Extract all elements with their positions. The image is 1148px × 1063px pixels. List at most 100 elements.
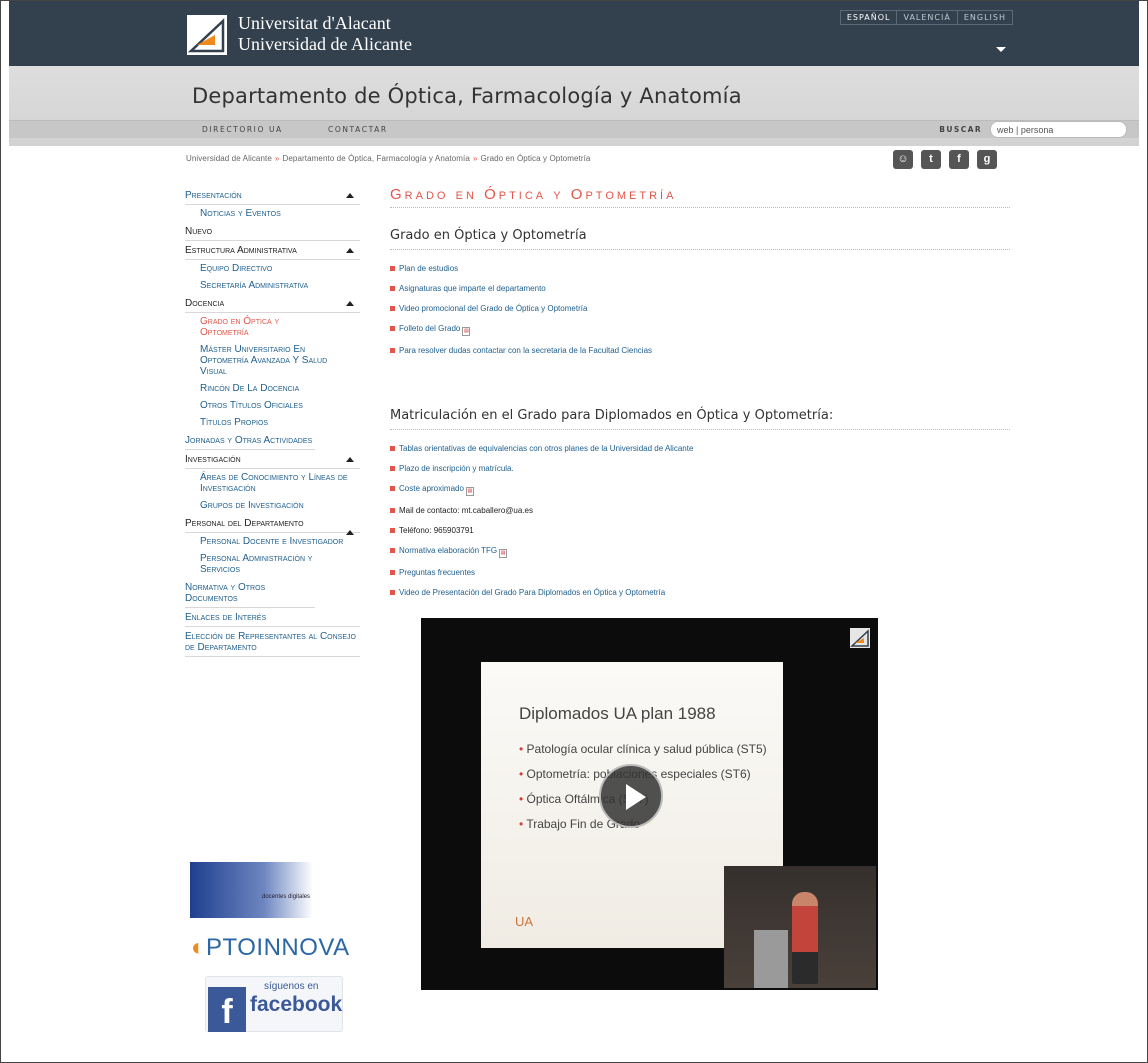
breadcrumb: Universidad de Alicante» Departamento de … [186, 154, 590, 163]
search-input[interactable] [990, 121, 1127, 138]
sidebar-item-label: Estructura Administrativa [185, 245, 297, 256]
play-icon[interactable] [599, 764, 663, 828]
slide-footer-logo: UA [515, 914, 534, 929]
sidebar-item-areas[interactable]: Áreas de Conocimiento y Líneas de Invest… [185, 469, 355, 497]
sidebar-item-jornadas[interactable]: Jornadas y Otras Actividades [185, 431, 315, 450]
slide-bullet: Patología ocular clínica y salud pública… [519, 742, 767, 756]
section-title-matriculacion: Matriculación en el Grado para Diplomado… [390, 408, 1010, 430]
directorio-link[interactable]: DIRECTORIO UA [202, 125, 283, 134]
department-band: Departamento de Óptica, Farmacología y A… [9, 66, 1139, 146]
link-plazo[interactable]: Plazo de inscripción y matrícula. [390, 464, 1010, 474]
page-title: Grado en Óptica y Optometría [390, 186, 1010, 208]
ua-watermark-icon [850, 628, 870, 648]
sidebar-item-personal[interactable]: Personal del Departamento [185, 514, 360, 535]
facebook-icon[interactable]: f [949, 150, 969, 169]
search-label: BUSCAR [939, 125, 982, 134]
sidebar-item-secretaria[interactable]: Secretaría Administrativa [185, 277, 360, 294]
breadcrumb-item[interactable]: Departamento de Óptica, Farmacología y A… [282, 154, 469, 163]
matriculacion-links: Tablas orientativas de equivalencias con… [390, 444, 1010, 598]
university-name-es: Universidad de Alicante [238, 34, 412, 54]
collapse-icon[interactable] [346, 301, 354, 306]
breadcrumb-separator: » [472, 154, 478, 163]
sidebar-item-label: Presentación [185, 190, 242, 201]
link-folleto[interactable]: Folleto del Grado ▤ [390, 324, 1010, 336]
sidebar-item-master[interactable]: Máster Universitario En Optometría Avanz… [185, 341, 355, 380]
optoinnova-text: PTOINNOVA [206, 934, 350, 961]
contact-mail[interactable]: Mail de contacto: mt.caballero@ua.es [390, 506, 1010, 516]
lang-valencia[interactable]: VALENCIÀ [896, 10, 958, 25]
sidebar-item-otros-titulos[interactable]: Otros Títulos Oficiales [185, 397, 360, 414]
speaker-inset [724, 866, 876, 988]
sidebar-item-grado[interactable]: Grado en Óptica y Optometría [185, 313, 320, 341]
share-icon[interactable]: ☺ [893, 150, 913, 169]
sidebar-item-presentacion[interactable]: Presentación [185, 186, 360, 205]
collapse-icon[interactable] [346, 193, 354, 198]
speaker [792, 892, 818, 984]
main-content: Grado en Óptica y Optometría Grado en Óp… [390, 186, 1010, 608]
link-dudas[interactable]: Para resolver dudas contactar con la sec… [390, 346, 1010, 356]
badge-label: docentes digitales [262, 894, 311, 900]
breadcrumb-separator: » [274, 154, 280, 163]
pdf-icon: ▤ [499, 549, 508, 558]
facebook-f-icon: f [208, 987, 246, 1032]
contactar-link[interactable]: CONTACTAR [328, 125, 388, 134]
university-name[interactable]: Universitat d'Alacant Universidad de Ali… [238, 13, 412, 55]
sidebar-nav: Presentación Noticias y Eventos Nuevo Es… [185, 186, 360, 657]
link-tablas[interactable]: Tablas orientativas de equivalencias con… [390, 444, 1010, 454]
sidebar-item-rincon[interactable]: Rincón De La Docencia [185, 380, 360, 397]
facebook-wordmark: facebook [250, 993, 343, 1016]
facebook-follow-badge[interactable]: f síguenos en facebook [205, 976, 343, 1032]
breadcrumb-item: Grado en Óptica y Optometría [480, 154, 591, 163]
pdf-icon: ▤ [465, 487, 474, 496]
siguenos-text: síguenos en [264, 981, 319, 992]
link-normativa-tfg[interactable]: Normativa elaboración TFG ▤ [390, 546, 1010, 558]
optoinnova-o-icon: ◐ [191, 934, 206, 961]
language-switcher: ESPAÑOL VALENCIÀ ENGLISH [839, 10, 1013, 25]
link-label: Normativa elaboración TFG [399, 546, 498, 555]
chevron-down-icon[interactable] [996, 47, 1006, 52]
sidebar-item-equipo-directivo[interactable]: Equipo Directivo [185, 260, 360, 277]
lectern [754, 930, 788, 988]
optoinnova-logo[interactable]: ◐PTOINNOVA [191, 934, 350, 962]
link-label: Folleto del Grado [399, 324, 461, 333]
lang-english[interactable]: ENGLISH [956, 10, 1013, 25]
department-title[interactable]: Departamento de Óptica, Farmacología y A… [192, 84, 742, 108]
sidebar-item-enlaces[interactable]: Enlaces de Interés [185, 608, 360, 627]
collapse-icon[interactable] [346, 457, 354, 462]
sidebar-item-estructura[interactable]: Estructura Administrativa [185, 241, 360, 260]
google-plus-icon[interactable]: g [977, 150, 997, 169]
sidebar-item-titulos-propios[interactable]: Títulos Propios [185, 414, 360, 431]
sidebar-item-pdi[interactable]: Personal Docente e Investigador [185, 533, 350, 550]
sidebar-item-normativa[interactable]: Normativa y Otros Documentos [185, 578, 315, 608]
section-title-grado: Grado en Óptica y Optometría [390, 228, 1010, 250]
link-video-promocional[interactable]: Video promocional del Grado de Óptica y … [390, 304, 1010, 314]
link-preguntas[interactable]: Preguntas frecuentes [390, 568, 1010, 578]
top-header: Universitat d'Alacant Universidad de Ali… [9, 1, 1139, 66]
contact-phone: Teléfono: 965903791 [390, 526, 1010, 536]
video-player[interactable]: Diplomados UA plan 1988 Patología ocular… [421, 618, 878, 990]
ua-logo-icon[interactable] [187, 15, 227, 55]
lang-espanol[interactable]: ESPAÑOL [839, 10, 898, 25]
link-plan-estudios[interactable]: Plan de estudios [390, 264, 1010, 274]
sidebar-item-investigacion[interactable]: Investigación [185, 450, 360, 469]
sidebar-item-grupos[interactable]: Grupos de Investigación [185, 497, 360, 514]
twitter-icon[interactable]: t [921, 150, 941, 169]
sidebar-item-eleccion[interactable]: Elección de Representantes al Consejo de… [185, 627, 360, 657]
grado-links: Plan de estudios Asignaturas que imparte… [390, 264, 1010, 356]
university-name-ca: Universitat d'Alacant [238, 13, 391, 33]
sidebar-item-nuevo[interactable]: Nuevo [185, 222, 360, 241]
link-asignaturas[interactable]: Asignaturas que imparte el departamento [390, 284, 1010, 294]
social-icons: ☺ t f g [893, 150, 997, 169]
docentes-digitales-badge[interactable]: docentes digitales [190, 862, 354, 918]
link-video-presentacion[interactable]: Video de Presentación del Grado Para Dip… [390, 588, 1010, 598]
sidebar-item-noticias[interactable]: Noticias y Eventos [185, 205, 360, 222]
link-coste[interactable]: Coste aproximado ▤ [390, 484, 1010, 496]
sidebar-item-label: Personal del Departamento [185, 518, 304, 529]
sidebar-item-label: Docencia [185, 298, 225, 309]
sidebar-item-pas[interactable]: Personal Administración y Servicios [185, 550, 350, 578]
collapse-icon[interactable] [346, 248, 354, 253]
breadcrumb-item[interactable]: Universidad de Alicante [186, 154, 272, 163]
link-label: Coste aproximado [399, 484, 464, 493]
sidebar-item-docencia[interactable]: Docencia [185, 294, 360, 313]
sub-navigation: DIRECTORIO UA CONTACTAR BUSCAR [9, 120, 1139, 138]
